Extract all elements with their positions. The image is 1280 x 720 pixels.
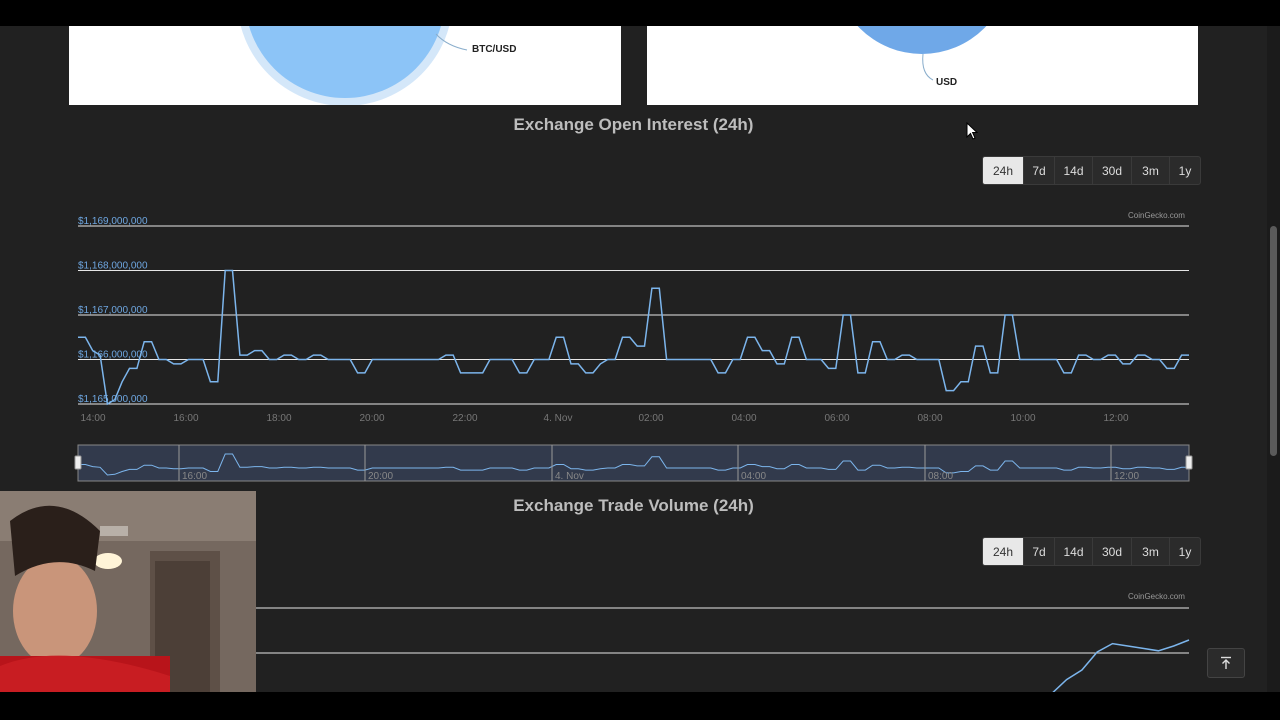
navigator-tick-label: 12:00 — [1114, 471, 1139, 482]
range-button-30d[interactable]: 30d — [1093, 538, 1132, 565]
range-button-1y[interactable]: 1y — [1170, 538, 1200, 565]
y-tick-label: $1,169,000,000 — [78, 216, 148, 227]
x-tick-label: 04:00 — [731, 413, 756, 424]
arrow-up-to-line-icon — [1221, 656, 1231, 669]
range-button-7d[interactable]: 7d — [1024, 538, 1055, 565]
x-tick-label: 12:00 — [1103, 413, 1128, 424]
y-tick-label: $1,166,000,000 — [78, 350, 148, 361]
x-tick-label: 14:00 — [80, 413, 105, 424]
x-tick-label: 10:00 — [1010, 413, 1035, 424]
y-tick-label: $1,168,000,000 — [78, 261, 148, 272]
navigator-tick-label: 08:00 — [928, 471, 953, 482]
back-to-top-button[interactable] — [1207, 648, 1245, 678]
webcam-image — [0, 491, 256, 692]
y-tick-label: $1,167,000,000 — [78, 305, 148, 316]
navigator-tick-label: 20:00 — [368, 471, 393, 482]
mouse-pointer-icon — [966, 122, 979, 140]
x-tick-label: 08:00 — [917, 413, 942, 424]
navigator-tick-label: 04:00 — [741, 471, 766, 482]
page: BTC/USD USD Exchange Open Interest (24h)… — [0, 26, 1267, 692]
range-button-14d[interactable]: 14d — [1055, 538, 1093, 565]
navigator-handle-left — [74, 455, 82, 470]
page-scrollbar[interactable] — [1267, 26, 1280, 692]
range-selector: 24h 7d 14d 30d 3m 1y — [982, 537, 1201, 566]
webcam-overlay — [0, 491, 256, 692]
navigator-window — [77, 444, 1190, 482]
x-tick-label: 18:00 — [266, 413, 291, 424]
navigator-handle-right — [1185, 455, 1193, 470]
range-button-24h[interactable]: 24h — [983, 538, 1024, 565]
navigator-tick-label: 16:00 — [182, 471, 207, 482]
open-interest-series-line — [78, 269, 1189, 406]
x-tick-label: 16:00 — [173, 413, 198, 424]
x-tick-label: 02:00 — [638, 413, 663, 424]
x-tick-label: 06:00 — [824, 413, 849, 424]
trade-volume-series-line — [1052, 639, 1190, 692]
range-button-3m[interactable]: 3m — [1132, 538, 1170, 565]
x-tick-label: 4. Nov — [544, 413, 573, 424]
scrollbar-thumb[interactable] — [1270, 226, 1277, 456]
y-tick-label: $1,165,000,000 — [78, 394, 148, 405]
x-tick-label: 20:00 — [359, 413, 384, 424]
open-interest-chart: $1,169,000,000 $1,168,000,000 $1,167,000,0… — [74, 216, 1193, 482]
navigator-tick-label: 4. Nov — [555, 471, 584, 482]
x-tick-label: 22:00 — [452, 413, 477, 424]
